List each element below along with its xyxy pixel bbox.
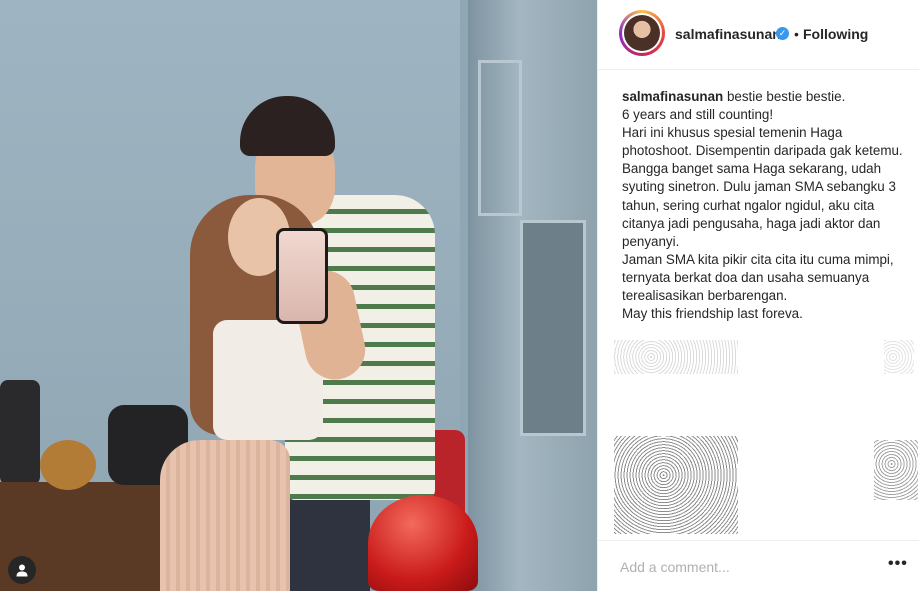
check-badge-icon: ✓ <box>776 27 789 40</box>
post-caption: salmafinasunan bestie bestie bestie. 6 y… <box>622 88 912 323</box>
more-options-icon[interactable]: ••• <box>888 555 908 573</box>
caption-line: May this friendship last foreva. <box>622 306 803 322</box>
post-header: salmafinasunan ✓ • Following <box>598 0 919 70</box>
photo-phone <box>276 228 328 324</box>
tagged-users-button[interactable] <box>8 556 36 584</box>
caption-line: Jaman SMA kita pikir cita cita itu cuma … <box>622 251 894 304</box>
redacted-region <box>884 340 914 374</box>
photo-boy-pants <box>290 495 370 591</box>
caption-line: 6 years and still counting! <box>622 107 774 123</box>
redacted-region <box>614 340 738 374</box>
caption-line: Bangga banget sama Haga sekarang, udah s… <box>622 161 896 249</box>
caption-username[interactable]: salmafinasunan <box>622 89 723 104</box>
comment-input[interactable] <box>620 559 860 575</box>
avatar-inner <box>622 13 662 53</box>
caption-line: bestie bestie bestie. <box>726 89 846 104</box>
photo-bag <box>0 380 40 485</box>
header-separator: • <box>794 26 799 42</box>
header-username[interactable]: salmafinasunan <box>675 26 781 42</box>
redacted-region <box>874 440 918 500</box>
photo-girl-skirt <box>160 440 290 591</box>
caption-line: Hari ini khusus spesial temenin Haga pho… <box>622 125 903 159</box>
photo-door-panel <box>478 60 522 216</box>
redacted-region <box>614 436 738 534</box>
photo-red-object <box>368 495 478 591</box>
following-button[interactable]: Following <box>803 26 868 42</box>
avatar-image <box>624 15 660 51</box>
photo-door-window <box>520 220 586 436</box>
post-sidebar: salmafinasunan ✓ • Following salmafinasu… <box>597 0 919 591</box>
photo-pot <box>40 440 96 490</box>
avatar[interactable] <box>619 10 665 56</box>
post-photo[interactable] <box>0 0 597 591</box>
user-icon <box>16 564 28 577</box>
comment-bar: ••• <box>598 540 919 591</box>
